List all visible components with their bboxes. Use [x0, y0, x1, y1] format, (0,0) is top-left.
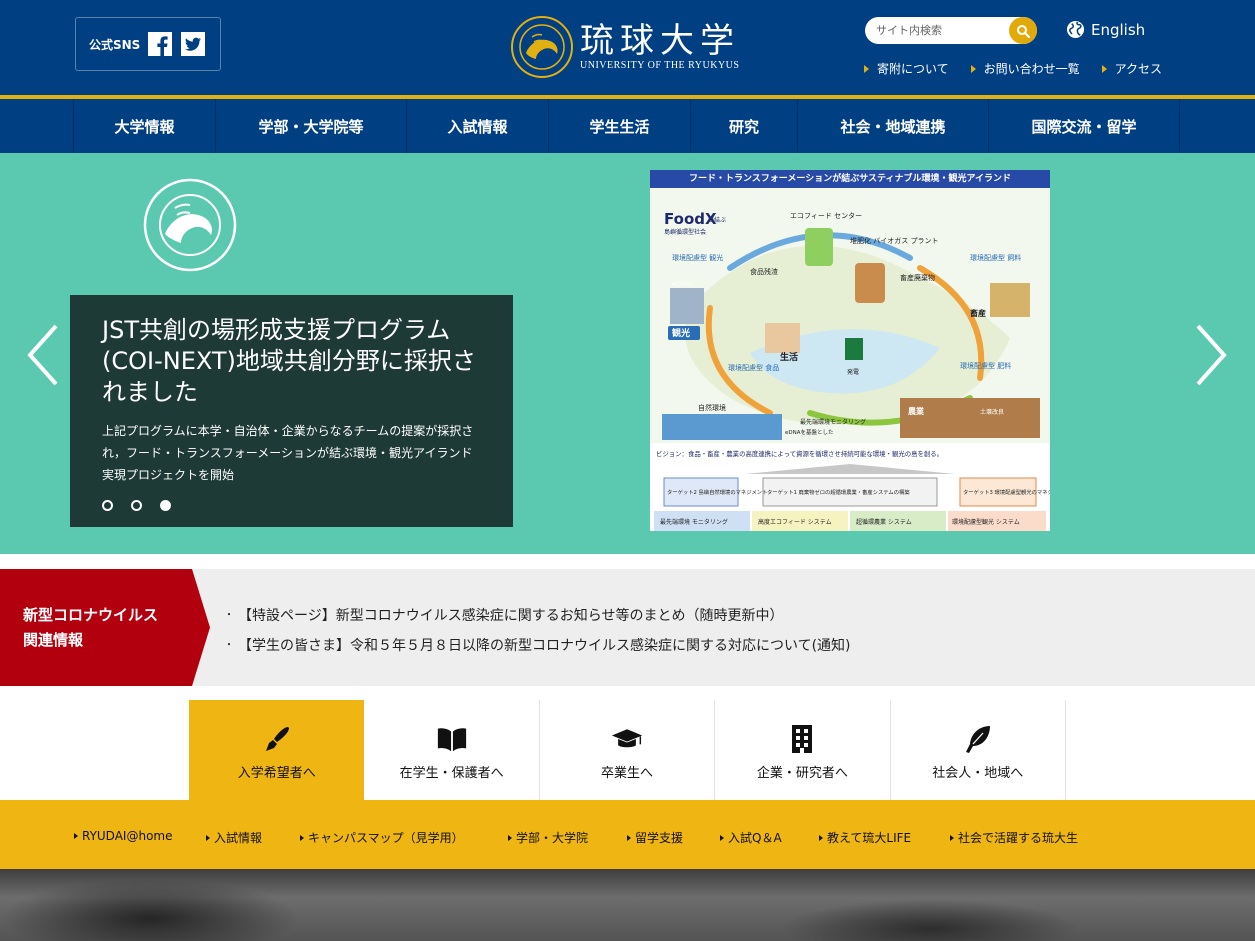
nav-item-community[interactable]: 社会・地域連携 [798, 99, 989, 153]
covid-label-line1: 新型コロナウイルス [23, 606, 159, 624]
hero-caption[interactable]: JST共創の場形成支援プログラム(COI-NEXT)地域共創分野に採択されました… [70, 295, 513, 527]
infographic-diagram: FoodX が結ぶ 島嶼循環型社会 エコフィード センター 堆肥化 バイオガス … [650, 188, 1050, 531]
svg-text:エコフィード センター: エコフィード センター [790, 211, 862, 220]
search-input[interactable] [865, 17, 1010, 44]
hero-infographic[interactable]: フード・トランスフォーメーションが結ぶサスティナブル環境・観光アイランド Foo… [650, 170, 1050, 531]
svg-text:堆肥化 バイオガス プラント: 堆肥化 バイオガス プラント [850, 236, 938, 245]
chevron-left-icon [27, 324, 58, 386]
svg-text:最先端環境 モニタリング: 最先端環境 モニタリング [660, 518, 728, 526]
svg-text:発電: 発電 [847, 368, 859, 376]
nav-item-admissions[interactable]: 入試情報 [407, 99, 549, 153]
site-search [865, 17, 1037, 44]
sns-label: 公式SNS [89, 37, 141, 52]
nav-item-about[interactable]: 大学情報 [74, 99, 216, 153]
svg-text:環境配慮型 肥料: 環境配慮型 肥料 [960, 361, 1011, 370]
chevron-right-icon [1196, 324, 1227, 386]
sns-box: 公式SNS [75, 17, 221, 71]
university-seal-icon [143, 178, 237, 272]
svg-text:食品残渣: 食品残渣 [750, 267, 778, 276]
nav-item-international[interactable]: 国際交流・留学 [989, 99, 1180, 153]
english-link[interactable]: English [1066, 20, 1145, 39]
nav-item-student-life[interactable]: 学生生活 [549, 99, 691, 153]
svg-text:環境配慮型 飼料: 環境配慮型 飼料 [970, 253, 1021, 262]
tab-companies-researchers[interactable]: 企業・研究者へ [715, 700, 891, 800]
quick-links-bar: RYUDAI@home 入試情報 キャンパスマップ（見学用） 学部・大学院 留学… [0, 800, 1255, 869]
tab-community[interactable]: 社会人・地域へ [890, 700, 1066, 800]
english-label: English [1091, 20, 1146, 39]
global-nav: 大学情報 学部・大学院等 入試情報 学生生活 研究 社会・地域連携 国際交流・留… [0, 99, 1255, 153]
quick-link-campus-map[interactable]: キャンパスマップ（見学用） [300, 829, 464, 846]
svg-text:高度エコフィード システム: 高度エコフィード システム [758, 518, 832, 526]
svg-text:環境配慮型観光 システム: 環境配慮型観光 システム [952, 518, 1020, 526]
slider-next-button[interactable] [1192, 320, 1232, 390]
svg-text:農業: 農業 [908, 406, 925, 416]
svg-text:ターゲット3 環境配慮型観光のマネジメント: ターゲット3 環境配慮型観光のマネジメント [963, 488, 1050, 496]
logo-japanese: 琉球大学 [580, 21, 740, 61]
infographic-title: フード・トランスフォーメーションが結ぶサスティナブル環境・観光アイランド [650, 170, 1050, 188]
svg-text:HOTEL: HOTEL [672, 281, 693, 288]
svg-text:畜産廃棄物: 畜産廃棄物 [900, 273, 935, 282]
svg-text:生活: 生活 [780, 351, 798, 363]
hero-description: 上記プログラムに本学・自治体・企業からなるチームの提案が採択され，フード・トラン… [102, 424, 474, 482]
svg-text:超循環農業 システム: 超循環農業 システム [856, 518, 912, 526]
svg-text:土壌改良: 土壌改良 [980, 408, 1004, 416]
slider-dots [102, 500, 171, 511]
svg-text:環境配慮型 食品: 環境配慮型 食品 [728, 363, 779, 372]
tab-students-parents[interactable]: 在学生・保護者へ [364, 700, 540, 800]
quick-link-study-abroad[interactable]: 留学支援 [627, 829, 683, 846]
search-icon [1017, 24, 1030, 38]
covid-info-banner: 新型コロナウイルス 関連情報 ・【特設ページ】新型コロナウイルス感染症に関するお… [0, 569, 1255, 686]
quick-link-ryudai-life[interactable]: 教えて琉大LIFE [819, 829, 911, 846]
pen-icon [261, 724, 293, 754]
audience-tabs: 入学希望者へ 在学生・保護者へ 卒業生へ 企業・研究者へ 社会人・地域へ [189, 700, 1066, 800]
svg-text:観光: 観光 [672, 327, 690, 339]
svg-text:eDNAを基盤とした: eDNAを基盤とした [785, 428, 834, 436]
site-header: 公式SNS 琉球大学 UNIVERSITY OF THE RYUKYUS Eng… [0, 0, 1255, 95]
tab-prospective-students[interactable]: 入学希望者へ [189, 700, 365, 800]
svg-text:島嶼循環型社会: 島嶼循環型社会 [664, 228, 706, 236]
graduation-cap-icon [611, 724, 643, 754]
slider-dot-3[interactable] [160, 500, 171, 511]
tab-alumni[interactable]: 卒業生へ [539, 700, 716, 800]
facebook-icon[interactable] [148, 32, 173, 56]
covid-link-special-page[interactable]: ・【特設ページ】新型コロナウイルス感染症に関するお知らせ等のまとめ（随時更新中） [224, 601, 851, 631]
svg-text:最先端環境モニタリング: 最先端環境モニタリング [800, 418, 866, 426]
building-icon [786, 724, 818, 754]
svg-text:畜産: 畜産 [970, 308, 986, 318]
book-icon [436, 724, 468, 754]
utility-links: 寄附について お問い合わせ一覧 アクセス [864, 60, 1162, 77]
svg-text:ターゲット2 島嶼自然環境のマネジメント: ターゲット2 島嶼自然環境のマネジメント [667, 488, 767, 496]
nav-item-research[interactable]: 研究 [691, 99, 798, 153]
quick-link-alumni-stories[interactable]: 社会で活躍する琉大生 [950, 829, 1078, 846]
slider-dot-2[interactable] [131, 500, 142, 511]
university-seal-icon [511, 16, 573, 78]
feature-photo [0, 869, 1255, 941]
globe-icon [1066, 20, 1085, 39]
svg-text:自然環境: 自然環境 [698, 403, 726, 412]
hero-title: JST共創の場形成支援プログラム(COI-NEXT)地域共創分野に採択されました [102, 316, 476, 406]
slider-dot-1[interactable] [102, 500, 113, 511]
svg-text:環境配慮型 観光: 環境配慮型 観光 [672, 253, 723, 262]
infographic-vision: ビジョン：食品・畜産・農業の高度連携によって資源を循環させ持続可能な環境・観光の… [656, 449, 943, 458]
hero-slider: JST共創の場形成支援プログラム(COI-NEXT)地域共創分野に採択されました… [0, 153, 1255, 554]
university-logo[interactable]: 琉球大学 UNIVERSITY OF THE RYUKYUS [510, 14, 750, 80]
access-link[interactable]: アクセス [1101, 60, 1162, 77]
svg-text:ターゲット1 廃棄物ゼロの超循環農業・畜産システムの構築: ターゲット1 廃棄物ゼロの超循環農業・畜産システムの構築 [767, 488, 910, 496]
quick-link-admissions-qa[interactable]: 入試Q＆A [720, 829, 782, 846]
nav-item-faculties[interactable]: 学部・大学院等 [216, 99, 407, 153]
twitter-icon[interactable] [181, 32, 206, 56]
contact-link[interactable]: お問い合わせ一覧 [970, 60, 1080, 77]
covid-label-tag: 新型コロナウイルス 関連情報 [0, 569, 210, 686]
covid-link-student-notice[interactable]: ・【学生の皆さま】令和５年５月８日以降の新型コロナウイルス感染症に関する対応につ… [224, 631, 851, 661]
svg-text:が結ぶ: が結ぶ [708, 216, 726, 224]
donation-link[interactable]: 寄附について [864, 60, 949, 77]
quick-link-ryudai-home[interactable]: RYUDAI@home [74, 829, 172, 843]
logo-english: UNIVERSITY OF THE RYUKYUS [580, 60, 740, 71]
search-button[interactable] [1009, 17, 1037, 44]
covid-label-line2: 関連情報 [23, 631, 84, 649]
quick-link-faculties[interactable]: 学部・大学院 [508, 829, 588, 846]
slider-prev-button[interactable] [22, 320, 62, 390]
quick-link-admissions[interactable]: 入試情報 [206, 829, 262, 846]
feather-icon [962, 724, 994, 754]
